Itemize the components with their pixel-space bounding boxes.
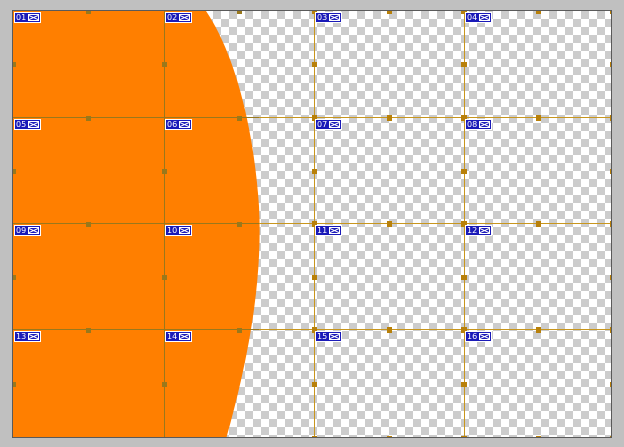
slice-number: 03	[317, 13, 328, 22]
slice-handle[interactable]	[536, 116, 541, 121]
slice-badge[interactable]: 14	[165, 331, 193, 342]
slice-number: 06	[167, 120, 178, 129]
slice-handle[interactable]	[462, 169, 467, 174]
slice-badge[interactable]: 04	[465, 12, 493, 23]
slice-badge[interactable]: 10	[165, 225, 193, 236]
slice-handle[interactable]	[312, 436, 317, 437]
slice-badge[interactable]: 01	[14, 12, 42, 23]
slice-badge[interactable]: 16	[465, 331, 493, 342]
slice-handle[interactable]	[387, 328, 392, 333]
image-slice-icon	[179, 121, 191, 128]
image-slice-icon	[179, 227, 191, 234]
slice-handle[interactable]	[237, 328, 242, 333]
slice-handle[interactable]	[13, 275, 16, 280]
image-slice-icon	[479, 333, 491, 340]
slice-handle[interactable]	[536, 436, 541, 437]
slice-number: 14	[167, 332, 178, 341]
slice-handle[interactable]	[86, 222, 91, 227]
slice-handle[interactable]	[86, 328, 91, 333]
slice-handle[interactable]	[462, 382, 467, 387]
slice-handle[interactable]	[462, 436, 467, 437]
slice-number: 13	[16, 332, 27, 341]
slice-line-horizontal[interactable]	[13, 329, 259, 330]
slice-badge[interactable]: 12	[465, 225, 493, 236]
slice-handle[interactable]	[312, 169, 317, 174]
slice-handle[interactable]	[237, 222, 242, 227]
slice-handle[interactable]	[86, 116, 91, 121]
slice-badge[interactable]: 07	[315, 119, 343, 130]
slice-number: 04	[467, 13, 478, 22]
slice-number: 07	[317, 120, 328, 129]
slice-handle[interactable]	[162, 62, 167, 67]
slice-handle[interactable]	[387, 11, 392, 14]
workspace: 01 02 03 04 05 06 07 08 09 10 11 12 13 14 15 16	[0, 0, 624, 447]
slice-handle[interactable]	[312, 275, 317, 280]
slice-line-horizontal[interactable]	[13, 223, 259, 224]
slice-handle[interactable]	[162, 275, 167, 280]
slice-handle[interactable]	[237, 116, 242, 121]
slice-number: 08	[467, 120, 478, 129]
slice-badge[interactable]: 15	[315, 331, 343, 342]
image-slice-icon	[479, 227, 491, 234]
image-slice-icon	[28, 333, 40, 340]
image-slice-icon	[479, 14, 491, 21]
slice-handle[interactable]	[312, 62, 317, 67]
slice-handle[interactable]	[387, 436, 392, 437]
image-slice-icon	[179, 14, 191, 21]
slice-handle[interactable]	[610, 116, 611, 121]
slice-number: 11	[317, 226, 328, 235]
slice-handle[interactable]	[387, 116, 392, 121]
slice-number: 12	[467, 226, 478, 235]
slice-handle[interactable]	[13, 62, 16, 67]
slice-badge[interactable]: 08	[465, 119, 493, 130]
slice-badge[interactable]: 13	[14, 331, 42, 342]
slice-handle[interactable]	[162, 382, 167, 387]
image-slice-icon	[28, 121, 40, 128]
slice-number: 01	[16, 13, 27, 22]
slice-handle[interactable]	[162, 169, 167, 174]
slice-handle[interactable]	[536, 11, 541, 14]
slice-handle[interactable]	[13, 169, 16, 174]
slice-handle[interactable]	[610, 11, 611, 14]
slice-number: 16	[467, 332, 478, 341]
slice-handle[interactable]	[312, 382, 317, 387]
slice-handle[interactable]	[610, 436, 611, 437]
slice-badge[interactable]: 05	[14, 119, 42, 130]
image-slice-icon	[28, 14, 40, 21]
slice-number: 02	[167, 13, 178, 22]
image-canvas[interactable]: 01 02 03 04 05 06 07 08 09 10 11 12 13 14 15 16	[12, 10, 612, 438]
image-slice-icon	[179, 333, 191, 340]
slice-handle[interactable]	[536, 222, 541, 227]
slice-handle[interactable]	[610, 328, 611, 333]
slice-handle[interactable]	[610, 169, 611, 174]
image-slice-icon	[329, 227, 341, 234]
slice-handle[interactable]	[86, 11, 91, 14]
slice-handle[interactable]	[13, 382, 16, 387]
slice-handle[interactable]	[610, 275, 611, 280]
slice-number: 10	[167, 226, 178, 235]
slice-number: 05	[16, 120, 27, 129]
slice-handle[interactable]	[462, 62, 467, 67]
image-slice-icon	[329, 121, 341, 128]
image-slice-icon	[329, 333, 341, 340]
slice-handle[interactable]	[387, 222, 392, 227]
slice-badge[interactable]: 02	[165, 12, 193, 23]
slice-handle[interactable]	[610, 382, 611, 387]
slice-badge[interactable]: 06	[165, 119, 193, 130]
slice-number: 15	[317, 332, 328, 341]
image-slice-icon	[28, 227, 40, 234]
slice-handle[interactable]	[610, 222, 611, 227]
slice-badge[interactable]: 11	[315, 225, 343, 236]
slice-badge[interactable]: 09	[14, 225, 42, 236]
slice-handle[interactable]	[237, 11, 242, 14]
orange-shape	[13, 11, 260, 437]
image-slice-icon	[329, 14, 341, 21]
slice-number: 09	[16, 226, 27, 235]
slice-handle[interactable]	[536, 328, 541, 333]
slice-handle[interactable]	[462, 275, 467, 280]
slice-handle[interactable]	[610, 62, 611, 67]
slice-badge[interactable]: 03	[315, 12, 343, 23]
image-slice-icon	[479, 121, 491, 128]
slice-line-horizontal[interactable]	[13, 117, 259, 118]
